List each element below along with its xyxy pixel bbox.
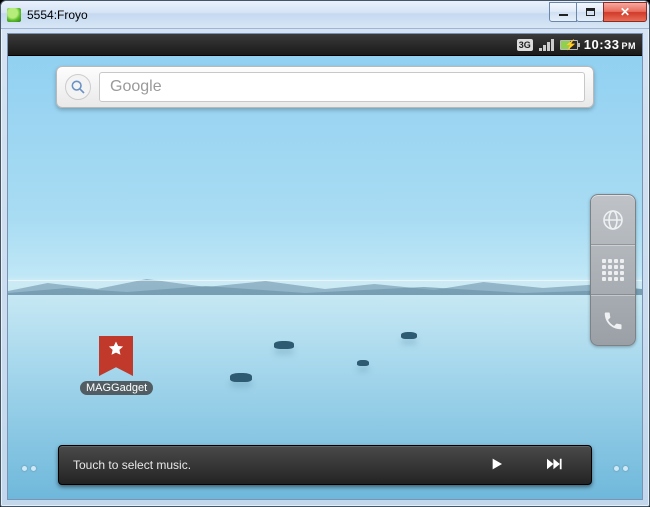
bookmark-star-icon xyxy=(99,336,133,376)
app-grid-icon xyxy=(602,259,624,281)
emulator-screen: 3G ⚡ 10:33PM MAGGadget xyxy=(7,33,643,500)
minimize-button[interactable] xyxy=(549,2,577,22)
emulator-window: 5554:Froyo ✕ 3G ⚡ 10:33PM xyxy=(0,0,650,507)
phone-icon xyxy=(602,310,624,332)
wallpaper-mountains xyxy=(8,271,642,295)
search-input[interactable] xyxy=(99,72,585,102)
wallpaper-rock xyxy=(401,332,417,339)
browser-button[interactable] xyxy=(591,195,635,245)
status-clock: 10:33PM xyxy=(584,37,636,52)
music-prompt: Touch to select music. xyxy=(73,458,461,472)
titlebar[interactable]: 5554:Froyo ✕ xyxy=(1,1,649,29)
page-indicator-right[interactable] xyxy=(614,466,628,471)
app-shortcut-label: MAGGadget xyxy=(80,381,153,395)
wallpaper-horizon xyxy=(8,280,642,281)
battery-charging-icon: ⚡ xyxy=(560,40,578,50)
window-title: 5554:Froyo xyxy=(27,8,88,22)
app-drawer-button[interactable] xyxy=(591,245,635,295)
close-button[interactable]: ✕ xyxy=(603,2,647,22)
music-widget[interactable]: Touch to select music. xyxy=(58,445,592,485)
next-track-button[interactable] xyxy=(531,457,577,474)
search-icon[interactable] xyxy=(65,74,91,100)
phone-button[interactable] xyxy=(591,295,635,345)
wallpaper-rock xyxy=(274,341,294,349)
app-shortcut-maggadget[interactable]: MAGGadget xyxy=(80,336,152,396)
status-bar[interactable]: 3G ⚡ 10:33PM xyxy=(8,34,642,56)
play-button[interactable] xyxy=(473,456,519,475)
page-indicator-left[interactable] xyxy=(22,466,36,471)
next-icon xyxy=(545,457,563,471)
android-icon xyxy=(7,8,21,22)
play-icon xyxy=(488,456,504,472)
wallpaper-rock xyxy=(230,373,252,382)
google-search-widget[interactable] xyxy=(56,66,594,108)
globe-icon xyxy=(601,208,625,232)
wallpaper-rock xyxy=(357,360,369,366)
network-type-badge: 3G xyxy=(517,39,533,51)
signal-icon xyxy=(539,39,554,51)
maximize-button[interactable] xyxy=(576,2,604,22)
right-dock xyxy=(590,194,636,346)
window-controls: ✕ xyxy=(550,2,647,22)
